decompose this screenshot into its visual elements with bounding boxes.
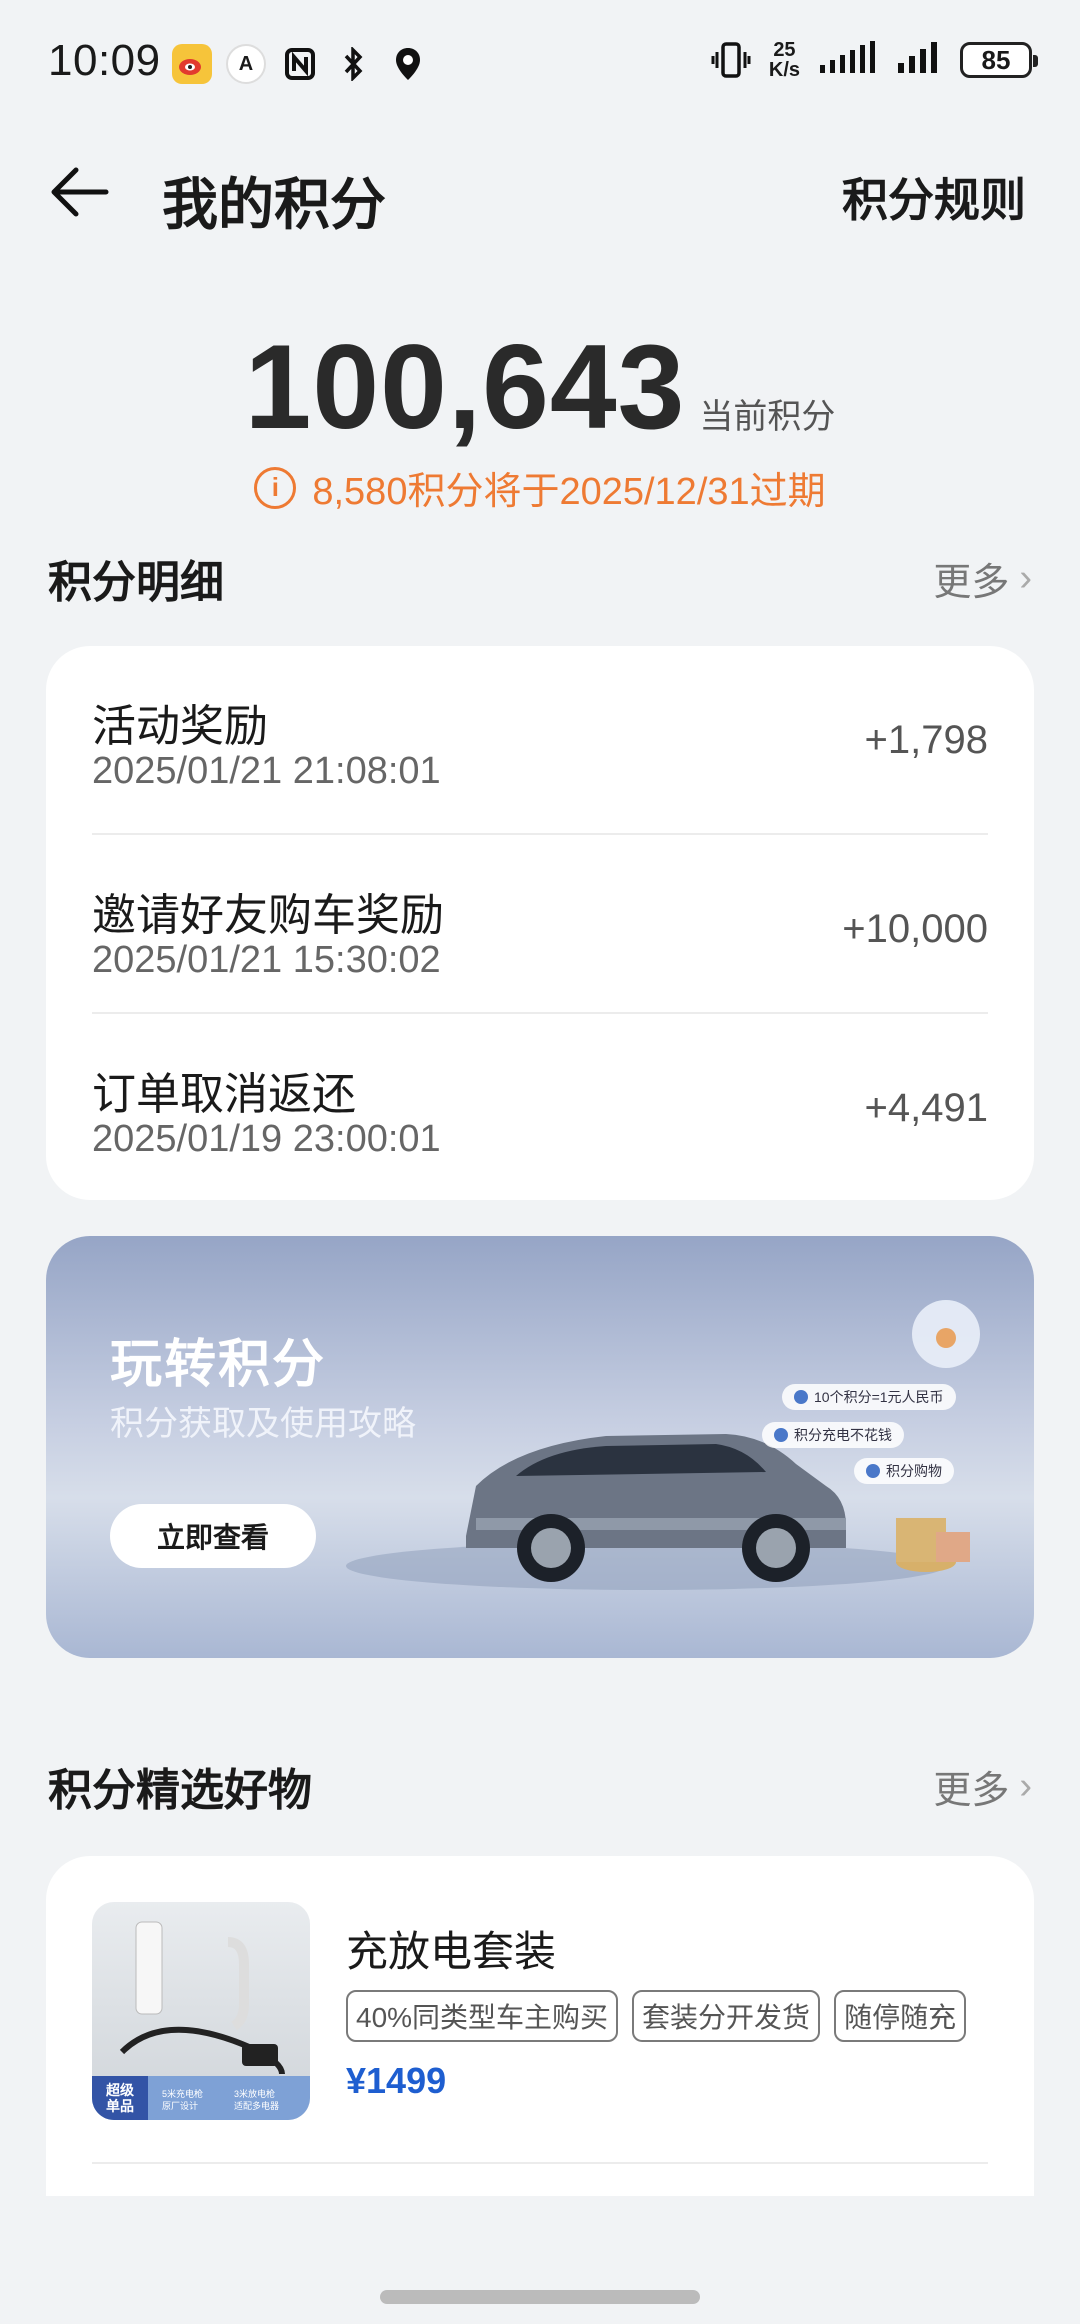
banner-chip: 积分充电不花钱 bbox=[762, 1422, 904, 1448]
points-page: 10:09 A 25 K/s 85 我的积分 积分规则 100,643 当前积分… bbox=[0, 0, 1080, 2324]
bluetooth-icon bbox=[334, 44, 374, 84]
points-summary: 100,643 当前积分 bbox=[0, 318, 1080, 456]
status-bar: 10:09 A 25 K/s 85 bbox=[0, 0, 1080, 130]
page-title: 我的积分 bbox=[162, 173, 386, 236]
user-icon bbox=[794, 1390, 808, 1404]
record-item[interactable]: 订单取消返还 2025/01/19 23:00:01 +4,491 bbox=[92, 1014, 988, 1192]
nfc-icon bbox=[280, 44, 320, 84]
goods-section-title: 积分精选好物 bbox=[48, 1766, 312, 1815]
chevron-right-icon: › bbox=[1019, 556, 1032, 599]
product-price: ¥1499 bbox=[346, 2060, 447, 2101]
product-name: 充放电套装 bbox=[346, 1928, 557, 1975]
product-divider bbox=[92, 2162, 988, 2164]
signal-icon bbox=[818, 40, 878, 80]
points-label: 当前积分 bbox=[699, 398, 836, 436]
info-icon: i bbox=[254, 466, 297, 509]
arrow-left-icon bbox=[51, 167, 109, 217]
details-section-title: 积分明细 bbox=[48, 558, 224, 607]
details-section-header: 积分明细 更多 › bbox=[48, 548, 1032, 608]
net-speed: 25 K/s bbox=[768, 39, 800, 81]
thumb-badge: 超级 单品 bbox=[92, 2076, 148, 2120]
user-icon bbox=[774, 1428, 788, 1442]
battery-icon: 85 bbox=[960, 42, 1038, 78]
more-label: 更多 bbox=[933, 1769, 1010, 1812]
chevron-right-icon: › bbox=[1019, 1764, 1032, 1807]
signal-icon bbox=[896, 41, 942, 80]
location-icon bbox=[388, 44, 428, 84]
points-guide-banner[interactable]: 玩转积分 积分获取及使用攻略 立即查看 10个积分=1元人民币 积分充电不花钱 … bbox=[46, 1236, 1034, 1658]
view-now-button[interactable]: 立即查看 bbox=[110, 1504, 316, 1568]
user-icon bbox=[866, 1464, 880, 1478]
goods-section-header: 积分精选好物 更多 › bbox=[48, 1756, 1032, 1816]
product-tag: 套装分开发货 bbox=[632, 1990, 821, 2042]
home-indicator[interactable] bbox=[380, 2290, 700, 2304]
record-amount: +1,798 bbox=[864, 718, 988, 762]
product-tag: 随停随充 bbox=[834, 1990, 967, 2042]
record-title: 活动奖励 bbox=[92, 702, 268, 751]
record-amount: +4,491 bbox=[864, 1086, 988, 1130]
record-title: 邀请好友购车奖励 bbox=[92, 891, 444, 940]
product-image: 超级 单品 5米充电枪 原厂设计 3米放电枪 适配多电器 bbox=[92, 1902, 310, 2120]
record-item[interactable]: 邀请好友购车奖励 2025/01/21 15:30:02 +10,000 bbox=[92, 835, 988, 1013]
notification-icons: A bbox=[172, 44, 428, 84]
product-card[interactable]: 超级 单品 5米充电枪 原厂设计 3米放电枪 适配多电器 充放电套装 40%同类… bbox=[46, 1856, 1034, 2196]
back-button[interactable] bbox=[44, 162, 114, 222]
record-time: 2025/01/19 23:00:01 bbox=[92, 1118, 441, 1160]
more-label: 更多 bbox=[933, 561, 1010, 604]
points-records-card: 活动奖励 2025/01/21 21:08:01 +1,798 邀请好友购车奖励… bbox=[46, 646, 1034, 1200]
record-item[interactable]: 活动奖励 2025/01/21 21:08:01 +1,798 bbox=[92, 646, 988, 824]
details-more-link[interactable]: 更多 › bbox=[933, 551, 1032, 606]
status-time: 10:09 bbox=[48, 36, 161, 85]
weibo-icon bbox=[172, 44, 212, 84]
goods-more-link[interactable]: 更多 › bbox=[933, 1759, 1032, 1814]
record-time: 2025/01/21 15:30:02 bbox=[92, 939, 441, 981]
points-rules-link[interactable]: 积分规则 bbox=[842, 164, 1026, 230]
expire-notice: i 8,580积分将于2025/12/31过期 bbox=[0, 460, 1080, 515]
thumb-text: 3米放电枪 适配多电器 bbox=[234, 2089, 280, 2111]
thumb-text: 5米充电枪 原厂设计 bbox=[162, 2089, 204, 2111]
page-header: 我的积分 积分规则 bbox=[0, 140, 1080, 240]
banner-title: 玩转积分 bbox=[110, 1336, 327, 1394]
record-title: 订单取消返还 bbox=[92, 1070, 356, 1119]
record-amount: +10,000 bbox=[842, 907, 988, 951]
system-icons: 25 K/s 85 bbox=[711, 39, 1038, 81]
banner-subtitle: 积分获取及使用攻略 bbox=[110, 1405, 416, 1443]
product-tag: 40%同类型车主购买 bbox=[346, 1990, 619, 2042]
banner-chip: 积分购物 bbox=[854, 1458, 954, 1484]
banner-chip: 10个积分=1元人民币 bbox=[782, 1384, 956, 1410]
vibrate-icon bbox=[711, 40, 751, 80]
record-time: 2025/01/21 21:08:01 bbox=[92, 750, 441, 792]
points-value: 100,643 bbox=[244, 320, 686, 454]
expire-text: 8,580积分将于2025/12/31过期 bbox=[312, 471, 826, 513]
app-a-icon: A bbox=[226, 44, 266, 84]
product-tags: 40%同类型车主购买 套装分开发货 随停随充 bbox=[346, 1990, 967, 2042]
